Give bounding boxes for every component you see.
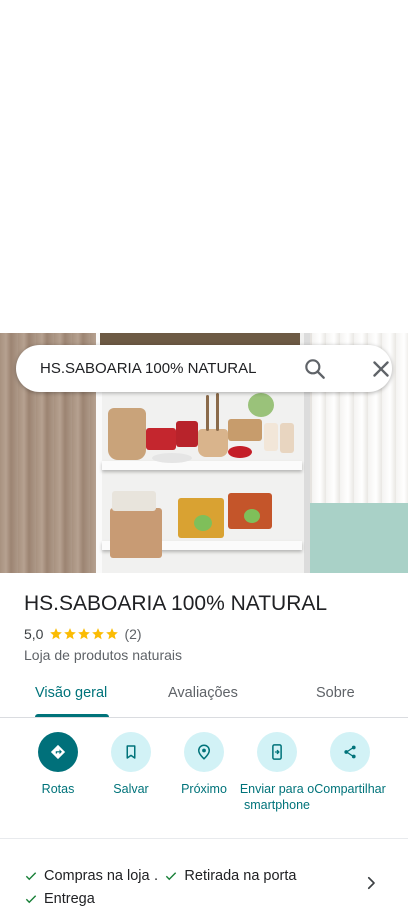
photo-soap-box: [176, 421, 198, 447]
save-label: Salvar: [113, 782, 149, 796]
photo-paper-box: [112, 491, 156, 511]
photo-bottle: [280, 423, 294, 453]
directions-icon: [50, 744, 66, 760]
star-icon: [106, 628, 119, 640]
check-icon: [25, 895, 37, 904]
service-options[interactable]: Compras na loja · Retirada na porta Entr…: [24, 866, 354, 906]
directions-label: Rotas: [41, 782, 75, 796]
action-bar: Rotas Salvar Próximo Enviar para o smart…: [0, 732, 408, 832]
rating-score: 5,0: [24, 626, 44, 642]
service-label: Compras na loja: [44, 868, 150, 884]
photo-diffuser: [198, 429, 228, 457]
divider: [0, 838, 408, 839]
nearby-button[interactable]: Próximo: [166, 732, 242, 797]
nearby-label: Próximo: [181, 782, 227, 796]
photo-dish: [152, 453, 192, 463]
service-label: Retirada na porta: [184, 868, 297, 884]
directions-button[interactable]: Rotas: [20, 732, 96, 797]
photo-teal-wall: [308, 503, 408, 573]
directions-button-circle: [38, 732, 78, 772]
tab-indicator: [35, 714, 109, 717]
bookmark-icon: [126, 745, 136, 759]
send-to-phone-label: Enviar para o smartphone: [239, 782, 315, 812]
star-icon: [50, 628, 63, 640]
check-icon: [166, 872, 177, 881]
photo-diffuser-stick: [216, 393, 219, 431]
tab-reviews[interactable]: Avaliações: [168, 685, 238, 701]
search-bar[interactable]: HS.SABOARIA 100% NATURAL: [16, 345, 392, 392]
share-icon: [344, 745, 356, 759]
save-button[interactable]: Salvar: [93, 732, 169, 797]
nearby-icon: [197, 744, 211, 760]
map-area: [0, 0, 408, 333]
send-to-phone-button-circle: [257, 732, 297, 772]
photo-red-jar: [228, 446, 252, 458]
photo-cardboard-box: [110, 508, 162, 558]
send-to-phone-icon: [272, 744, 282, 760]
star-icon: [78, 628, 91, 640]
share-button-circle: [330, 732, 370, 772]
send-to-phone-button[interactable]: Enviar para o smartphone: [239, 732, 315, 813]
star-icon: [64, 628, 77, 640]
place-title: HS.SABOARIA 100% NATURAL: [24, 592, 328, 615]
tab-about[interactable]: Sobre: [316, 685, 355, 701]
search-query[interactable]: HS.SABOARIA 100% NATURAL: [40, 360, 256, 377]
search-icon[interactable]: [302, 356, 328, 382]
service-item: Compras na loja: [24, 866, 150, 886]
tab-bar: Visão geral Avaliações Sobre: [0, 672, 408, 718]
rating-stars: [49, 627, 119, 641]
service-item: Retirada na porta: [164, 866, 296, 886]
service-label: Entrega: [44, 891, 95, 906]
share-button[interactable]: Compartilhar: [312, 732, 388, 797]
tab-overview[interactable]: Visão geral: [35, 685, 107, 701]
service-item: Entrega: [24, 889, 95, 906]
photo-basket: [108, 408, 146, 460]
photo-shelf-board: [102, 461, 302, 470]
service-separator: ·: [153, 871, 159, 887]
place-category: Loja de produtos naturais: [24, 647, 182, 663]
photo-soap-box: [146, 428, 176, 450]
star-icon: [92, 628, 105, 640]
photo-green-soap: [248, 393, 274, 417]
share-label: Compartilhar: [314, 782, 386, 796]
photo-green-soap: [244, 509, 260, 523]
photo-diffuser-stick: [206, 395, 209, 431]
save-button-circle: [111, 732, 151, 772]
review-count[interactable]: (2): [124, 626, 141, 642]
photo-bottle: [264, 423, 278, 451]
rating-row[interactable]: 5,0 (2): [24, 626, 142, 642]
chevron-right-icon[interactable]: [362, 874, 380, 892]
nearby-button-circle: [184, 732, 224, 772]
check-icon: [25, 872, 37, 881]
photo-kit-box: [228, 419, 262, 441]
close-icon[interactable]: [368, 356, 394, 382]
photo-green-soap: [194, 515, 212, 531]
